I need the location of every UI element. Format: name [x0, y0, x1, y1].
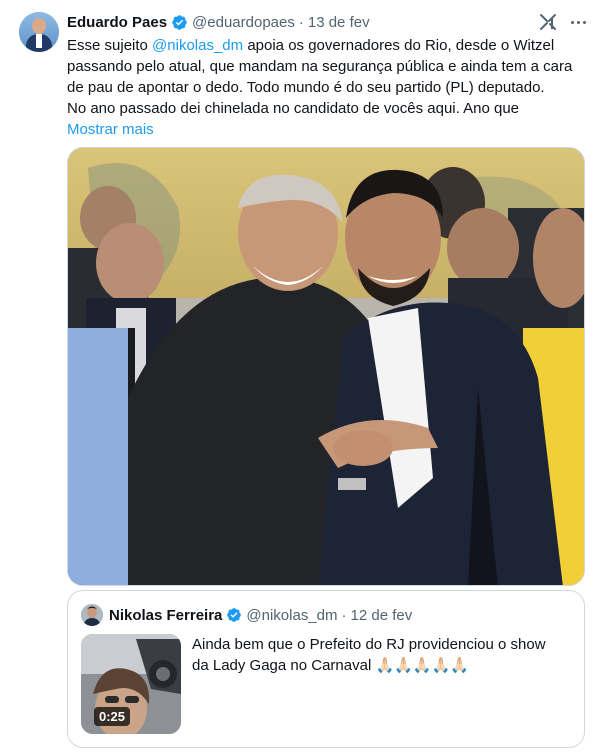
- quoted-video-thumbnail[interactable]: 0:25: [81, 634, 181, 734]
- tweet-text-line: de pau de apontar o dedo. Todo mundo é d…: [67, 79, 545, 96]
- quoted-text-line: Ainda bem que o Prefeito do RJ providenc…: [192, 636, 546, 653]
- tweet-text-line: passando pelo atual, que mandam na segur…: [67, 58, 573, 75]
- tweet: Eduardo Paes @eduardopaes · 13 de fev Es…: [0, 0, 616, 754]
- quoted-header: Nikolas Ferreira @nikolas_dm · 12 de fev: [109, 604, 412, 626]
- author-handle[interactable]: @eduardopaes: [192, 14, 295, 31]
- verified-badge-icon: [227, 608, 242, 622]
- show-more-link[interactable]: Mostrar mais: [67, 119, 587, 140]
- tweet-text: Esse sujeito @nikolas_dm apoia os govern…: [67, 35, 587, 140]
- author-avatar[interactable]: [19, 12, 59, 52]
- quoted-tweet[interactable]: Nikolas Ferreira @nikolas_dm · 12 de fev: [67, 590, 585, 748]
- tweet-date[interactable]: 13 de fev: [308, 14, 370, 31]
- tweet-header: Eduardo Paes @eduardopaes · 13 de fev: [67, 12, 370, 32]
- tweet-text-line: Esse sujeito @nikolas_dm apoia os govern…: [67, 37, 555, 54]
- separator-dot: ·: [298, 13, 304, 31]
- quoted-author-avatar[interactable]: [81, 604, 103, 626]
- tweet-photo[interactable]: [67, 147, 585, 586]
- more-options-icon[interactable]: [568, 12, 588, 32]
- quoted-date[interactable]: 12 de fev: [351, 607, 413, 624]
- author-name[interactable]: Eduardo Paes: [67, 14, 167, 31]
- grok-icon[interactable]: [538, 12, 558, 32]
- video-duration-badge: 0:25: [94, 707, 131, 726]
- verified-badge-icon: [172, 14, 187, 30]
- quoted-text: Ainda bem que o Prefeito do RJ providenc…: [192, 634, 572, 676]
- quoted-author-name[interactable]: Nikolas Ferreira: [109, 607, 222, 624]
- mention-link[interactable]: @nikolas_dm: [152, 37, 243, 54]
- tweet-text-line: No ano passado dei chinelada no candidat…: [67, 100, 520, 117]
- quoted-author-handle[interactable]: @nikolas_dm: [246, 607, 337, 624]
- separator-dot: ·: [341, 606, 347, 624]
- quoted-text-line: da Lady Gaga no Carnaval 🙏🏻🙏🏻🙏🏻🙏🏻🙏🏻: [192, 657, 469, 674]
